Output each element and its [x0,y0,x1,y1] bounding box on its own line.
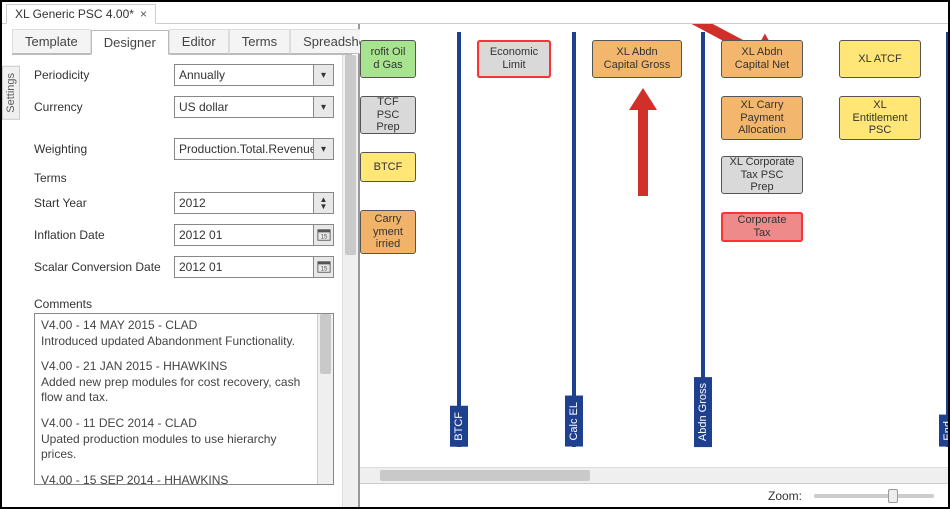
scrollbar-vertical[interactable] [317,314,333,484]
start-year-value: 2012 [179,196,206,210]
chevron-down-icon[interactable]: ▾ [313,65,333,85]
flow-node[interactable]: EconomicLimit [477,40,551,78]
inflation-date-value: 2012 01 [179,228,222,242]
file-tab-title: XL Generic PSC 4.00* [15,7,134,21]
flow-node[interactable]: XL ATCF [839,40,921,78]
tab-editor[interactable]: Editor [169,29,229,54]
scrollbar-thumb[interactable] [380,470,590,481]
chevron-down-icon[interactable]: ▾ [313,97,333,117]
flow-node[interactable]: BTCF [360,152,416,182]
calendar-icon[interactable]: 15 [313,225,333,245]
tab-designer[interactable]: Designer [91,30,169,55]
lane-divider [572,32,576,447]
lane-label: End [939,415,948,447]
lane-label: BTCF [450,406,468,447]
label-start-year: Start Year [34,196,174,210]
label-periodicity: Periodicity [34,68,174,82]
start-year-input[interactable]: 2012 ▲▼ [174,192,334,214]
periodicity-value: Annually [179,68,225,82]
comment-entry: V4.00 - 14 MAY 2015 - CLADIntroduced upd… [41,318,315,349]
flow-node[interactable]: XL AbdnCapital Net [721,40,803,78]
comments-textarea[interactable]: V4.00 - 14 MAY 2015 - CLADIntroduced upd… [34,313,334,485]
label-weighting: Weighting [34,142,174,156]
flow-node[interactable]: Carryymentirried [360,210,416,254]
label-scalar-date: Scalar Conversion Date [34,260,174,274]
weighting-dropdown[interactable]: Production.Total.Revenue ▾ [174,138,334,160]
annotation-arrow [628,84,658,204]
label-inflation-date: Inflation Date [34,228,174,242]
stepper-icon[interactable]: ▲▼ [313,193,333,213]
scrollbar-horizontal[interactable] [360,467,948,483]
scalar-date-value: 2012 01 [179,260,222,274]
label-currency: Currency [34,100,174,114]
svg-text:15: 15 [320,266,327,273]
lane-divider [946,32,948,447]
flow-node[interactable]: TCF PSCPrep [360,96,416,134]
label-comments: Comments [34,297,352,311]
inflation-date-input[interactable]: 2012 01 15 [174,224,334,246]
flow-node[interactable]: XL CorporateTax PSC Prep [721,156,803,194]
svg-text:15: 15 [320,234,327,241]
currency-value: US dollar [179,100,228,114]
slider-knob[interactable] [888,489,898,503]
lane-label: Abdn Gross [694,377,712,447]
lane-label: Calc EL [565,396,583,447]
file-tab[interactable]: XL Generic PSC 4.00* × [6,4,156,24]
scrollbar-thumb[interactable] [345,55,356,255]
tab-terms[interactable]: Terms [229,29,290,54]
currency-dropdown[interactable]: US dollar ▾ [174,96,334,118]
periodicity-dropdown[interactable]: Annually ▾ [174,64,334,86]
chevron-down-icon[interactable]: ▾ [313,139,333,159]
label-terms: Terms [34,171,352,185]
lane-divider [457,32,461,447]
tab-template[interactable]: Template [12,29,91,54]
comment-entry: V4.00 - 15 SEP 2014 - HHAWKINSCorrected … [41,473,315,485]
scrollbar-thumb[interactable] [320,314,331,374]
zoom-slider[interactable] [814,494,934,498]
calendar-icon[interactable]: 15 [313,257,333,277]
flow-node[interactable]: rofit Oild Gas [360,40,416,78]
comment-entry: V4.00 - 11 DEC 2014 - CLADUpated product… [41,416,315,463]
close-icon[interactable]: × [140,7,147,21]
flow-node[interactable]: XL CarryPaymentAllocation [721,96,803,140]
zoom-label: Zoom: [768,489,802,503]
scrollbar-vertical[interactable] [342,55,358,507]
flow-node[interactable]: Corporate Tax [721,212,803,242]
flow-node[interactable]: XL AbdnCapital Gross [592,40,682,78]
comment-entry: V4.00 - 21 JAN 2015 - HHAWKINSAdded new … [41,359,315,406]
scalar-date-input[interactable]: 2012 01 15 [174,256,334,278]
flow-node[interactable]: XLEntitlementPSC [839,96,921,140]
weighting-value: Production.Total.Revenue [179,142,316,156]
